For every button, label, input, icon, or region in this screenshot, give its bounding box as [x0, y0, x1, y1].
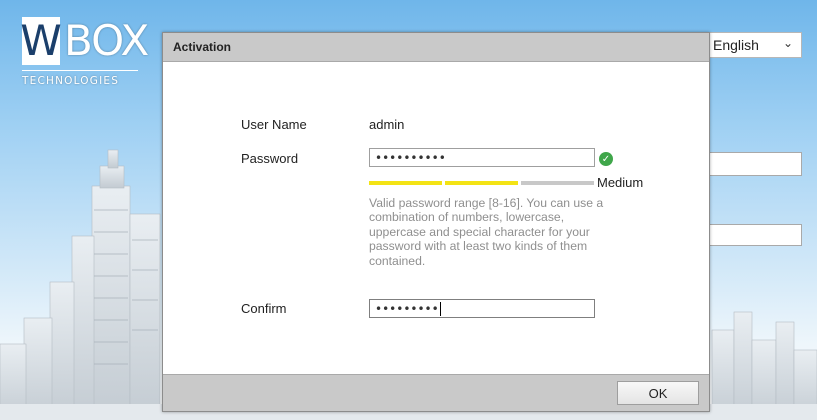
chevron-down-icon: ⌄ [782, 36, 793, 50]
logo-subtitle: TECHNOLOGIES [22, 70, 138, 87]
confirm-password-input[interactable]: ••••••••• [369, 299, 595, 318]
activation-dialog: Activation User Name admin Password ••••… [162, 32, 710, 412]
password-label: Password [241, 151, 299, 166]
brand-logo: W BOX TECHNOLOGIES [16, 14, 149, 96]
login-username-field[interactable] [708, 152, 802, 176]
login-password-field[interactable] [708, 224, 802, 246]
language-select[interactable]: English ⌄ [706, 32, 802, 58]
password-input[interactable]: •••••••••• [369, 148, 595, 167]
text-caret [439, 301, 441, 316]
confirm-label: Confirm [241, 301, 287, 316]
check-circle-icon: ✓ [599, 152, 613, 166]
password-hint: Valid password range [8-16]. You can use… [369, 196, 604, 268]
dialog-title: Activation [173, 40, 232, 54]
dialog-header: Activation [163, 33, 709, 62]
strength-segment [369, 181, 442, 185]
logo-letter: W [20, 16, 62, 65]
dialog-footer: OK [163, 374, 709, 411]
password-masked-value: •••••••••• [375, 150, 446, 165]
username-value: admin [369, 117, 405, 132]
strength-segment [445, 181, 518, 185]
password-strength-label: Medium [597, 175, 644, 190]
ok-button[interactable]: OK [617, 381, 699, 405]
language-selected: English [713, 37, 759, 53]
logo-mark: W BOX [20, 14, 149, 68]
confirm-masked-value: ••••••••• [375, 301, 439, 316]
username-label: User Name [241, 117, 307, 132]
password-strength-meter [369, 181, 594, 185]
strength-segment [521, 181, 594, 185]
logo-text: BOX [64, 16, 149, 65]
